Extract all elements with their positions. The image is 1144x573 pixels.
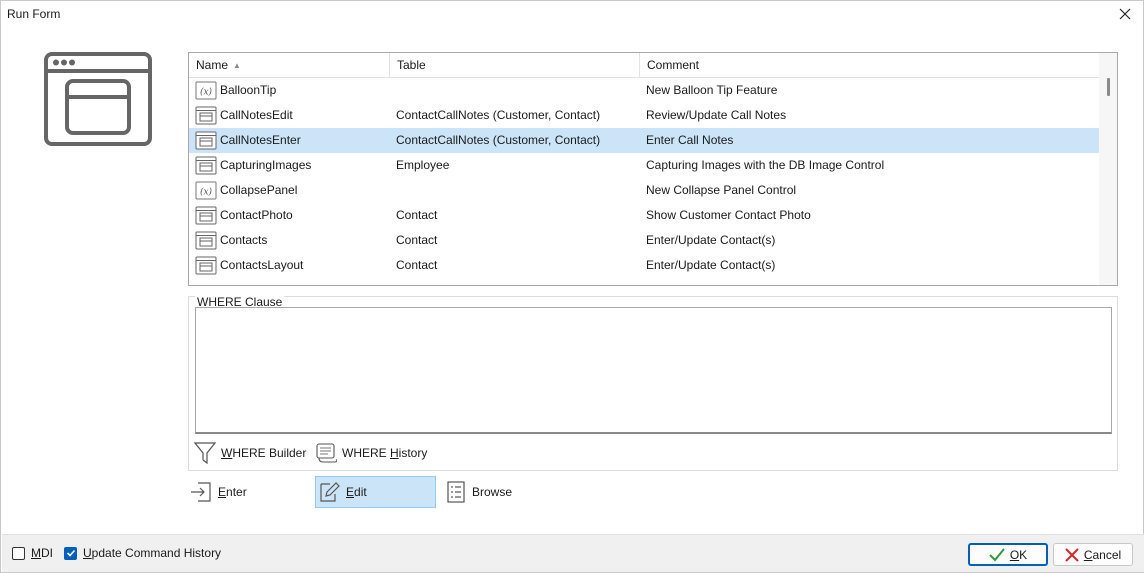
row-comment: Enter Call Notes — [646, 133, 734, 147]
ok-check-icon — [989, 547, 1005, 561]
cancel-x-icon — [1065, 547, 1079, 562]
title-bar: Run Form — [1, 1, 1143, 27]
form-icon — [195, 106, 217, 125]
table-row[interactable]: ContactsLayout Contact Enter/Update Contac… — [189, 253, 1099, 278]
where-builder-label: WHERE Builder — [221, 446, 307, 460]
variable-icon: (x) — [195, 181, 217, 200]
where-history-button[interactable]: WHERE History — [315, 439, 427, 467]
row-comment: New Balloon Tip Feature — [646, 83, 778, 97]
column-header-table[interactable]: Table — [390, 53, 640, 78]
svg-text:(x): (x) — [200, 87, 213, 98]
run-form-dialog: Run Form Name▲ Table Comment (x)Balloo — [0, 0, 1144, 573]
update-command-history-checkbox[interactable]: Update Command History — [64, 546, 221, 560]
ok-button[interactable]: OK — [968, 543, 1048, 566]
row-comment: Enter/Update Contact(s) — [646, 233, 776, 247]
table-row[interactable]: CallNotesEnter ContactCallNotes (Customer… — [189, 128, 1099, 153]
grid-rows: (x) BalloonTip New Balloon Tip Feature Call… — [189, 78, 1099, 278]
row-table: Contact — [396, 258, 438, 272]
row-table: ContactCallNotes (Customer, Contact) — [396, 133, 601, 147]
row-comment: Enter/Update Contact(s) — [646, 258, 776, 272]
ok-label: OK — [1009, 547, 1028, 562]
row-comment: Review/Update Call Notes — [646, 108, 787, 122]
row-table: ContactCallNotes (Customer, Contact) — [396, 108, 601, 122]
row-name: Contacts — [220, 233, 268, 247]
where-clause-input[interactable] — [195, 307, 1112, 434]
table-row[interactable]: Contacts Contact Enter/Update Contact(s) — [189, 228, 1099, 253]
close-icon — [1119, 8, 1131, 20]
enter-arrow-icon — [191, 482, 211, 502]
row-name: BalloonTip — [220, 83, 277, 97]
row-comment: New Collapse Panel Control — [646, 183, 797, 197]
mdi-checkbox[interactable]: MDI — [12, 546, 53, 560]
enter-button[interactable]: Enter — [188, 476, 298, 508]
window-title: Run Form — [7, 7, 61, 21]
where-builder-button[interactable]: WHERE Builder — [194, 439, 306, 467]
update-history-checkbox-box[interactable] — [64, 546, 77, 560]
scrollbar-thumb[interactable] — [1107, 78, 1110, 96]
row-table: Contact — [396, 208, 438, 222]
row-name: ContactsLayout — [220, 258, 304, 272]
row-name: CallNotesEdit — [220, 108, 293, 122]
browse-label: Browse — [472, 485, 513, 499]
edit-pencil-icon — [320, 482, 340, 502]
update-history-label: Update Command History — [83, 546, 222, 560]
svg-text:(x): (x) — [200, 187, 213, 198]
table-row[interactable]: ContactPhoto Contact Show Customer Contact… — [189, 203, 1099, 228]
enter-label: Enter — [218, 485, 247, 499]
table-row[interactable]: (x) BalloonTip New Balloon Tip Feature — [189, 78, 1099, 103]
where-clause-group: WHERE Clause WHERE Builder WHERE History — [188, 295, 1118, 471]
funnel-icon — [194, 442, 216, 465]
column-label-name: Name — [196, 58, 229, 72]
checkmark-icon — [66, 549, 75, 557]
form-icon — [195, 206, 217, 225]
form-icon — [195, 256, 217, 275]
row-name: ContactPhoto — [220, 208, 293, 222]
sort-ascending-icon: ▲ — [233, 61, 241, 70]
row-name: CollapsePanel — [220, 183, 298, 197]
row-table: Contact — [396, 233, 438, 247]
row-table: Employee — [396, 158, 450, 172]
row-comment: Show Customer Contact Photo — [646, 208, 811, 222]
forms-grid[interactable]: Name ▲ Table Comment (x) BalloonTip New Bal… — [188, 52, 1118, 286]
form-icon — [195, 156, 217, 175]
table-row[interactable]: CapturingImages Employee Capturing Images … — [189, 153, 1099, 178]
form-window-icon — [44, 52, 152, 146]
form-icon — [195, 231, 217, 250]
row-name: CapturingImages — [220, 158, 312, 172]
row-comment: Capturing Images with the DB Image Contr… — [646, 158, 885, 172]
mdi-label: MDI — [31, 546, 53, 560]
variable-icon: (x) — [195, 81, 217, 100]
column-header-name[interactable]: Name ▲ — [189, 53, 390, 78]
table-row[interactable]: CallNotesEdit ContactCallNotes (Customer,… — [189, 103, 1099, 128]
column-label-comment: Comment — [647, 58, 700, 72]
form-icon — [195, 131, 217, 150]
history-scroll-icon — [316, 443, 337, 463]
edit-label: Edit — [346, 485, 367, 499]
grid-header: Name ▲ Table Comment — [189, 53, 1099, 78]
vertical-scrollbar[interactable] — [1099, 53, 1117, 285]
column-label-table: Table — [397, 58, 426, 72]
cancel-label: Cancel — [1083, 547, 1122, 562]
column-header-comment[interactable]: Comment — [640, 53, 1099, 78]
browse-button[interactable]: Browse — [444, 476, 554, 508]
table-row[interactable]: (x) CollapsePanel New Collapse Panel Contr… — [189, 178, 1099, 203]
cancel-button[interactable]: Cancel — [1053, 543, 1133, 566]
browse-list-icon — [447, 481, 465, 503]
close-button[interactable] — [1115, 5, 1135, 23]
dialog-footer: MDI Update Command History OK Cancel — [2, 534, 1144, 572]
where-history-label: WHERE History — [342, 446, 428, 460]
row-name: CallNotesEnter — [220, 133, 301, 147]
edit-button[interactable]: Edit — [315, 476, 436, 508]
mdi-checkbox-box[interactable] — [12, 546, 25, 560]
